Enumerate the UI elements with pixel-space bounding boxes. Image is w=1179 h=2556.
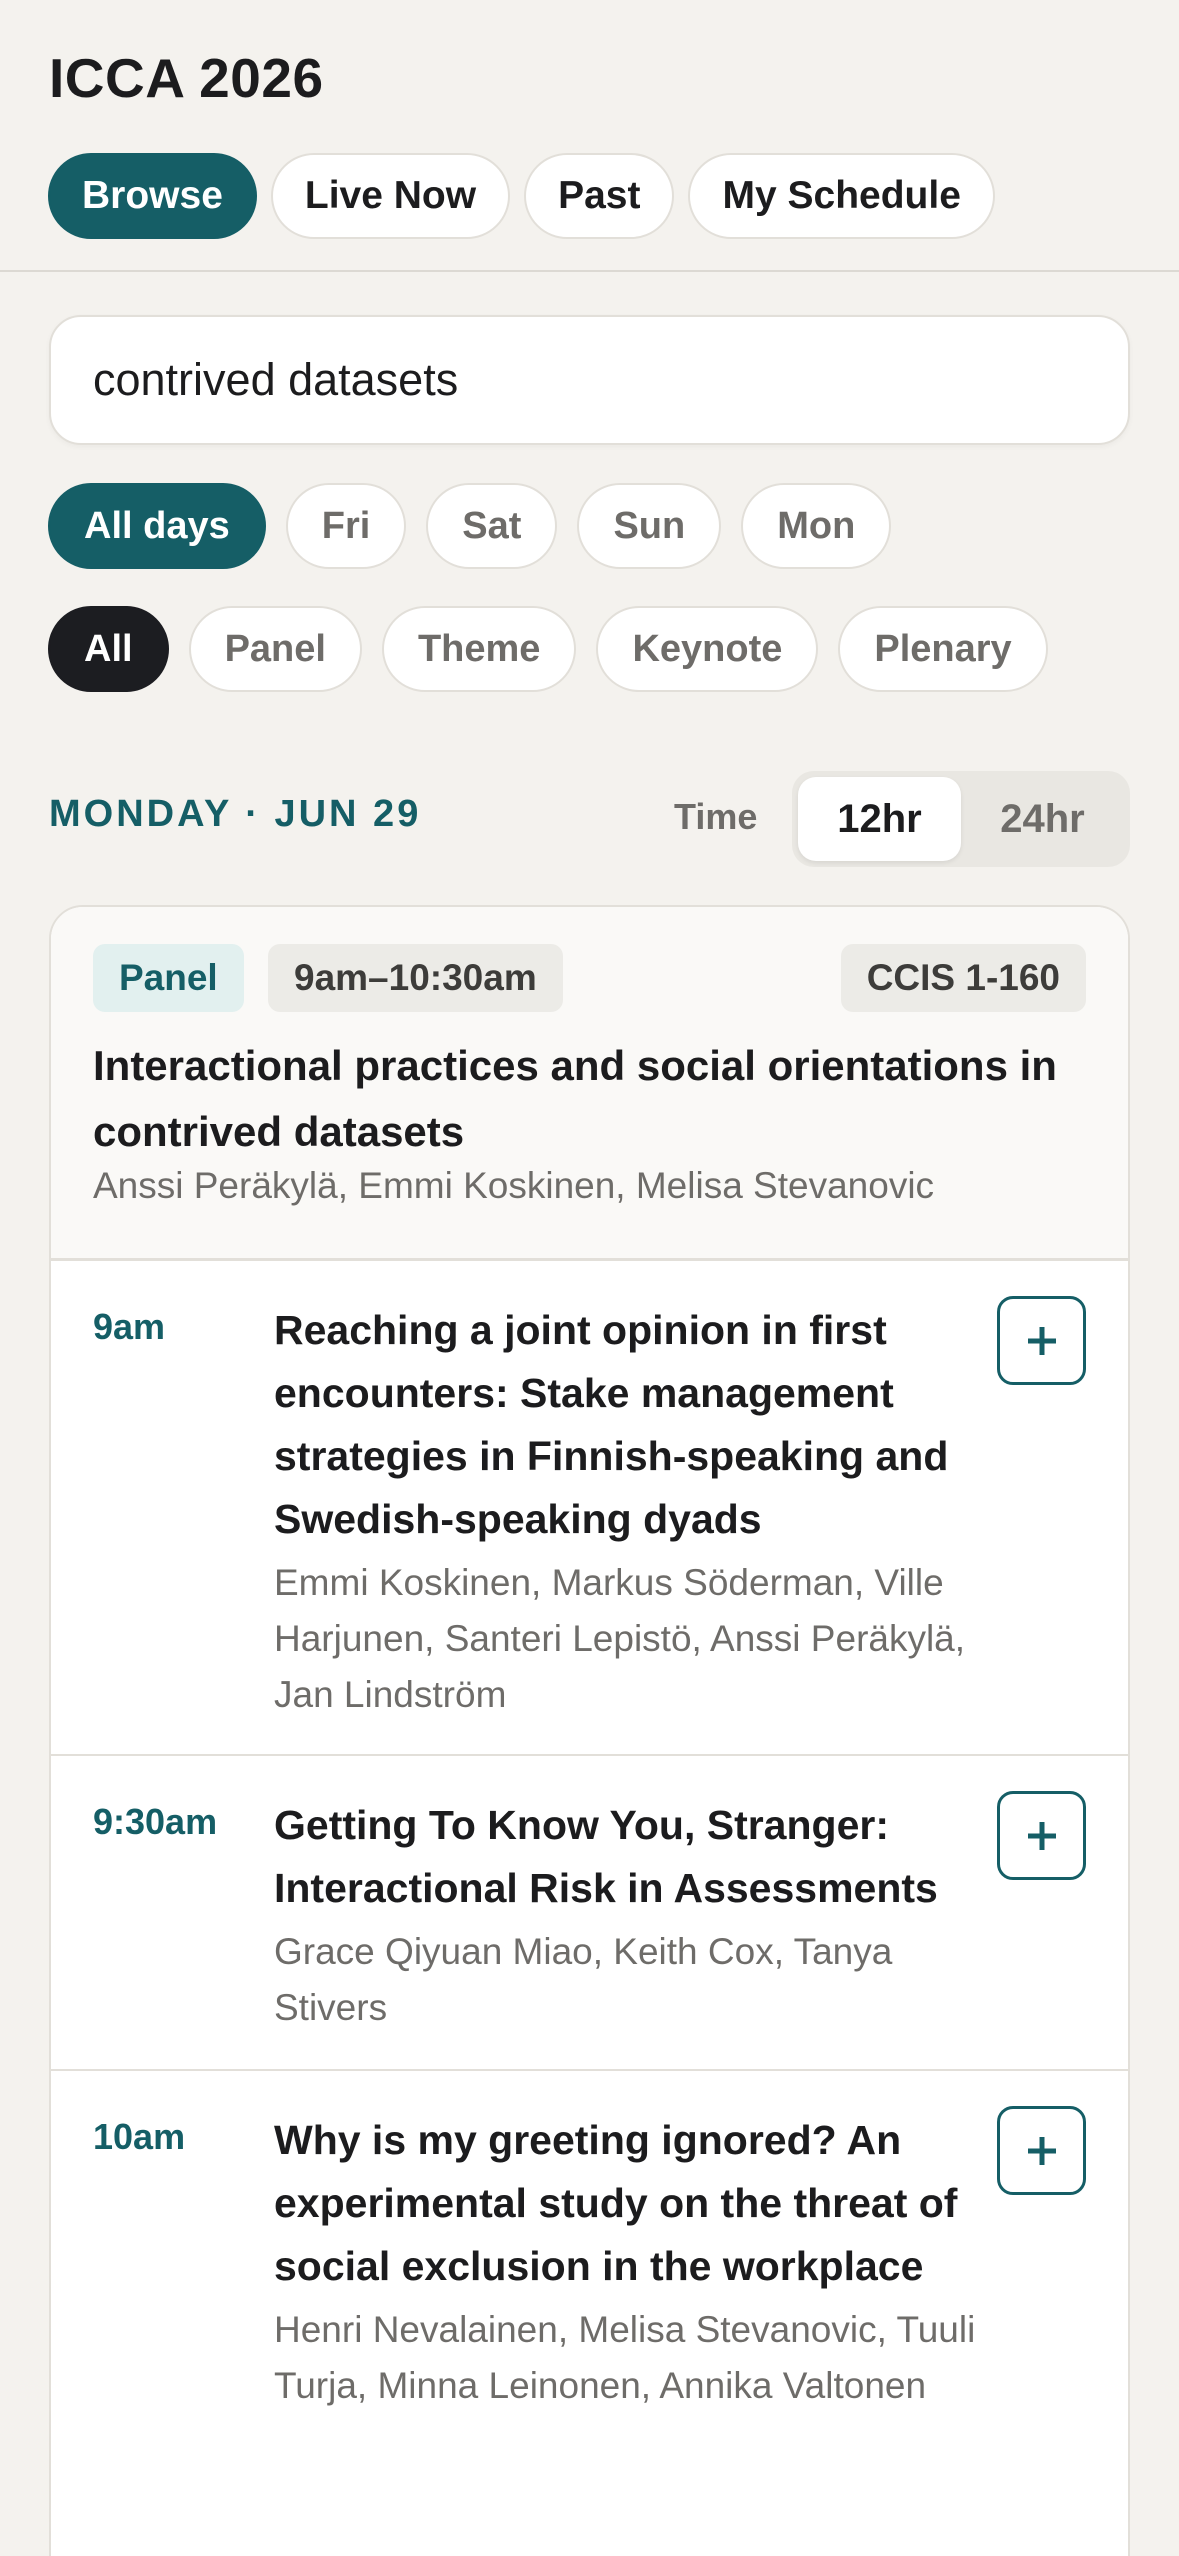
- session-room-badge: CCIS 1-160: [840, 944, 1086, 1012]
- talk-title: Getting To Know You, Stranger: Interacti…: [274, 1802, 938, 1911]
- app-header: ICCA 2026 Browse Live Now Past My Schedu…: [0, 0, 1179, 272]
- toggle-12hr[interactable]: 12hr: [798, 777, 961, 861]
- plus-icon: [1027, 1326, 1056, 1355]
- talk-body: Why is my greeting ignored? An experimen…: [274, 2109, 994, 2414]
- day-filter: All days Fri Sat Sun Mon: [48, 483, 892, 569]
- nav-tabs: Browse Live Now Past My Schedule: [48, 153, 995, 239]
- add-to-schedule-button[interactable]: [997, 1296, 1086, 1385]
- session-type-badge: Panel: [93, 944, 244, 1012]
- talk-title: Reaching a joint opinion in first encoun…: [274, 1307, 949, 1542]
- add-to-schedule-button[interactable]: [997, 2106, 1086, 2195]
- talk-title: Why is my greeting ignored? An experimen…: [274, 2117, 958, 2289]
- talk-body: Getting To Know You, Stranger: Interacti…: [274, 1794, 994, 2036]
- time-format-toggle: 12hr 24hr: [792, 771, 1130, 867]
- session-header[interactable]: Panel 9am–10:30am CCIS 1-160 Interaction…: [51, 907, 1128, 1261]
- tab-live-now[interactable]: Live Now: [270, 153, 511, 239]
- talk-item[interactable]: 9am Reaching a joint opinion in first en…: [51, 1261, 1128, 1756]
- plus-icon: [1027, 2136, 1056, 2165]
- toggle-24hr[interactable]: 24hr: [961, 777, 1124, 861]
- type-chip-theme[interactable]: Theme: [381, 606, 577, 692]
- tab-my-schedule[interactable]: My Schedule: [688, 153, 995, 239]
- type-chip-all[interactable]: All: [48, 606, 169, 692]
- day-chip-sun[interactable]: Sun: [577, 483, 722, 569]
- type-chip-plenary[interactable]: Plenary: [838, 606, 1048, 692]
- talk-time: 10am: [93, 2116, 186, 2157]
- type-filter: All Panel Theme Keynote Plenary: [48, 606, 1048, 692]
- session-time-badge: 9am–10:30am: [268, 944, 563, 1012]
- session-card: Panel 9am–10:30am CCIS 1-160 Interaction…: [49, 905, 1130, 2556]
- day-chip-all[interactable]: All days: [48, 483, 266, 569]
- talk-authors: Henri Nevalainen, Melisa Stevanovic, Tuu…: [274, 2309, 976, 2406]
- talk-body: Reaching a joint opinion in first encoun…: [274, 1299, 994, 1723]
- day-chip-sat[interactable]: Sat: [426, 483, 558, 569]
- talk-item[interactable]: 10am Why is my greeting ignored? An expe…: [51, 2071, 1128, 2556]
- time-format-label: Time: [674, 796, 758, 837]
- talk-time: 9:30am: [93, 1801, 218, 1842]
- add-to-schedule-button[interactable]: [997, 1791, 1086, 1880]
- day-heading: MONDAY · JUN 29: [49, 793, 422, 835]
- talk-authors: Emmi Koskinen, Markus Söderman, Ville Ha…: [274, 1562, 966, 1715]
- plus-icon: [1027, 1821, 1056, 1850]
- type-chip-panel[interactable]: Panel: [188, 606, 362, 692]
- day-chip-fri[interactable]: Fri: [285, 483, 407, 569]
- session-title: Interactional practices and social orien…: [93, 1042, 1057, 1155]
- app-title: ICCA 2026: [49, 47, 324, 109]
- type-chip-keynote[interactable]: Keynote: [596, 606, 819, 692]
- tab-browse[interactable]: Browse: [48, 153, 257, 239]
- search-input[interactable]: [93, 354, 1086, 406]
- tab-past[interactable]: Past: [524, 153, 675, 239]
- session-authors: Anssi Peräkylä, Emmi Koskinen, Melisa St…: [93, 1165, 935, 1206]
- talk-authors: Grace Qiyuan Miao, Keith Cox, Tanya Stiv…: [274, 1931, 893, 2028]
- app-screen: ICCA 2026 Browse Live Now Past My Schedu…: [0, 0, 1179, 2556]
- talk-item[interactable]: 9:30am Getting To Know You, Stranger: In…: [51, 1756, 1128, 2071]
- day-chip-mon[interactable]: Mon: [741, 483, 892, 569]
- talk-time: 9am: [93, 1306, 166, 1347]
- search-box[interactable]: [49, 315, 1130, 445]
